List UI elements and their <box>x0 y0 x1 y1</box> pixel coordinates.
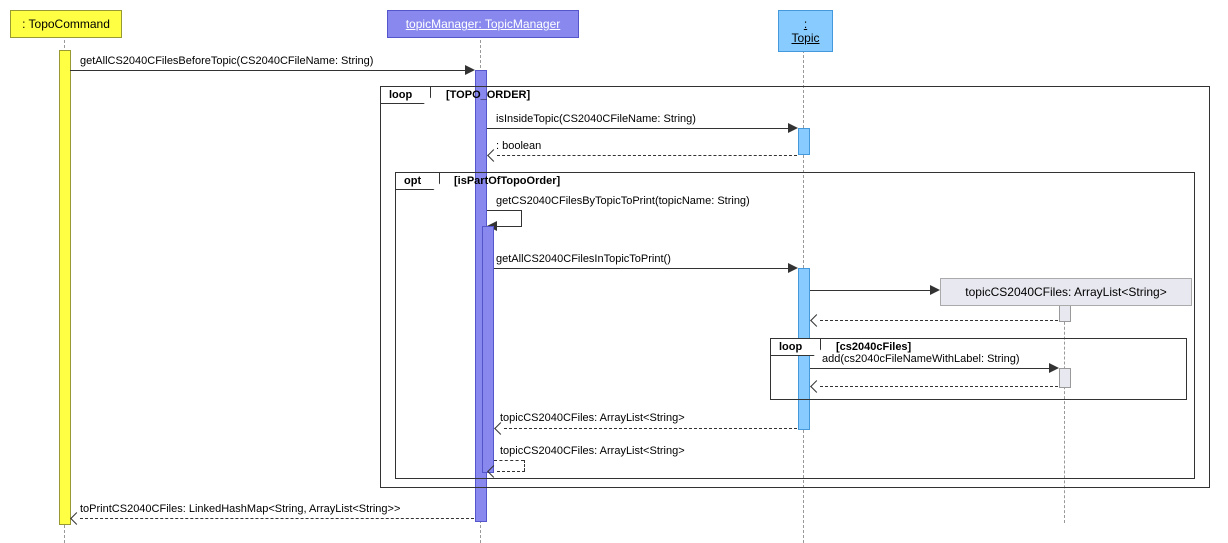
fragment-opt: opt [isPartOfTopoOrder] <box>395 172 1195 479</box>
arrow-head-2 <box>788 123 798 133</box>
topicmanager-activation-self <box>482 226 494 473</box>
msg-return-7: topicCS2040CFiles: ArrayList<String> <box>500 412 685 424</box>
msg-add: add(cs2040cFileNameWithLabel: String) <box>822 353 1019 365</box>
fragment-loop-files: loop [cs2040cFiles] <box>770 338 1187 400</box>
loop-guard-1: [TOPO_ORDER] <box>446 89 530 101</box>
arraylist-header: topicCS2040CFiles: ArrayList<String> <box>940 278 1192 306</box>
arrow-8-side <box>524 460 525 471</box>
arrow-1 <box>70 70 467 71</box>
arrow-head-6 <box>1049 363 1059 373</box>
loop-label-2: loop <box>771 339 821 356</box>
arrow-6 <box>810 368 1051 369</box>
msg-getallfilesintopic: getAllCS2040CFilesInTopicToPrint() <box>496 253 671 265</box>
arrow-5 <box>494 268 790 269</box>
msg-getallfilesbeforetopic: getAllCS2040CFilesBeforeTopic(CS2040CFil… <box>80 55 373 67</box>
topicmanager-header: topicManager: TopicManager <box>387 10 579 38</box>
arrow-head-1 <box>465 65 475 75</box>
loop-guard-2: [cs2040cFiles] <box>836 341 911 353</box>
msg-return-9: toPrintCS2040CFiles: LinkedHashMap<Strin… <box>80 503 400 515</box>
msg-isinsidetopic: isInsideTopic(CS2040CFileName: String) <box>496 113 696 125</box>
arrow-create <box>810 290 932 291</box>
arrow-6-ret <box>820 386 1058 387</box>
arrow-4-top <box>487 210 522 211</box>
msg-return-8: topicCS2040CFiles: ArrayList<String> <box>500 445 685 457</box>
arrow-2 <box>487 128 790 129</box>
arrow-head-5 <box>788 263 798 273</box>
topocommand-activation <box>59 50 71 525</box>
arrow-create-ret <box>820 320 1058 321</box>
arrow-7 <box>504 428 797 429</box>
arrow-9 <box>80 518 474 519</box>
opt-label: opt <box>396 173 440 190</box>
arrow-8-bot <box>497 471 525 472</box>
arrow-4-bot <box>497 226 522 227</box>
topic-header: : Topic <box>778 10 833 52</box>
opt-guard: [isPartOfTopoOrder] <box>454 175 560 187</box>
topocommand-header: : TopoCommand <box>10 10 122 38</box>
arrow-4-right <box>521 210 522 226</box>
arrow-head-create <box>930 285 940 295</box>
msg-boolean: : boolean <box>496 140 541 152</box>
arrow-8-top <box>494 460 524 461</box>
msg-getfilesbytopic: getCS2040CFilesByTopicToPrint(topicName:… <box>496 195 750 207</box>
loop-label-1: loop <box>381 87 431 104</box>
arrow-3 <box>497 155 797 156</box>
